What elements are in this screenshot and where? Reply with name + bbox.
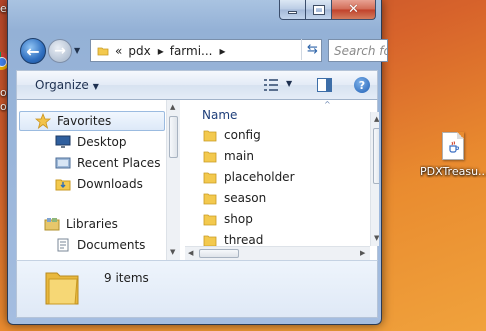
close-icon: ✕	[348, 2, 359, 17]
recent-places-icon	[55, 157, 71, 169]
forward-button[interactable]: →	[48, 39, 72, 63]
desktop-icon	[55, 135, 71, 148]
forward-icon: →	[54, 43, 66, 59]
scroll-up-icon[interactable]: ▲	[170, 103, 175, 111]
list-item-label: season	[224, 191, 267, 205]
nav-documents-label: Documents	[77, 238, 146, 252]
close-button[interactable]: ✕	[332, 0, 376, 20]
scrollbar-thumb[interactable]	[169, 116, 178, 158]
refresh-icon: ⇆	[307, 42, 318, 57]
breadcrumb-separator-icon[interactable]: ▸	[220, 44, 226, 58]
nav-favorites[interactable]: Favorites	[19, 111, 165, 131]
organize-button[interactable]: Organize ▼	[35, 78, 99, 92]
scrollbar-thumb[interactable]	[199, 249, 239, 258]
caption-buttons: ✕	[279, 0, 376, 20]
organize-label: Organize	[35, 78, 89, 92]
minimize-button[interactable]	[279, 0, 306, 20]
views-icon[interactable]	[263, 77, 279, 93]
file-list-horizontal-scrollbar[interactable]: ◀ ▶	[185, 246, 370, 260]
breadcrumb-pdx[interactable]: pdx	[128, 44, 150, 58]
libraries-icon	[44, 218, 60, 231]
nav-libraries[interactable]: Libraries	[44, 217, 118, 231]
breadcrumb-overflow[interactable]: «	[115, 44, 122, 58]
nav-desktop-label: Desktop	[77, 135, 127, 149]
folder-icon	[203, 130, 217, 141]
navigation-pane: Favorites Desktop Recent Places Download…	[17, 100, 180, 260]
search-placeholder: Search fo	[334, 44, 388, 58]
scroll-left-icon[interactable]: ◀	[188, 249, 193, 257]
back-icon: ←	[26, 41, 40, 61]
recent-pages-dropdown[interactable]: ▼	[74, 46, 80, 55]
search-input[interactable]: Search fo	[328, 39, 388, 62]
list-item[interactable]: placeholder	[203, 170, 295, 184]
list-item-label: main	[224, 149, 254, 163]
list-item[interactable]: season	[203, 191, 266, 205]
folder-icon	[97, 47, 109, 55]
nav-downloads[interactable]: Downloads	[55, 177, 143, 191]
refresh-button[interactable]: ⇆	[301, 39, 323, 60]
folder-icon	[45, 272, 79, 305]
nav-downloads-label: Downloads	[77, 177, 143, 191]
help-icon[interactable]: ?	[354, 77, 370, 93]
navigation-row: ← → ▼ « pdx ▸ farmi... ▸ ⇆ Search fo	[16, 38, 388, 64]
maximize-button[interactable]	[306, 0, 332, 20]
list-item-label: placeholder	[224, 170, 295, 184]
folder-icon	[203, 172, 217, 183]
nav-desktop[interactable]: Desktop	[55, 135, 127, 149]
preview-pane-icon[interactable]	[317, 78, 332, 92]
nav-libraries-label: Libraries	[66, 217, 118, 231]
nav-recent-places-label: Recent Places	[77, 156, 161, 170]
file-list-vertical-scrollbar[interactable]: ▲ ▼	[370, 112, 379, 246]
list-item[interactable]: shop	[203, 212, 253, 226]
column-header-name[interactable]: Name	[202, 108, 237, 122]
explorer-window: ✕ ← → ▼ « pdx ▸ farmi... ▸ ⇆ Search fo O…	[7, 0, 388, 325]
file-list-pane: ^ Name config main placeholder season sh…	[185, 100, 379, 260]
folder-icon	[203, 193, 217, 204]
maximize-icon	[312, 4, 325, 15]
item-count: 9 items	[104, 271, 149, 285]
scroll-down-icon[interactable]: ▼	[374, 234, 379, 242]
list-item-label: config	[224, 128, 261, 142]
list-item-label: shop	[224, 212, 253, 226]
address-bar[interactable]: « pdx ▸ farmi... ▸	[90, 39, 322, 62]
list-item[interactable]: config	[203, 128, 261, 142]
back-button[interactable]: ←	[20, 38, 46, 64]
java-file-icon	[442, 132, 464, 160]
nav-documents[interactable]: Documents	[55, 238, 145, 252]
command-bar: Organize ▼ ▼ ?	[16, 70, 378, 100]
scroll-right-icon[interactable]: ▶	[360, 249, 365, 257]
list-item[interactable]: thread	[203, 233, 263, 247]
folder-icon	[203, 151, 217, 162]
folder-icon	[203, 214, 217, 225]
list-item-label: thread	[224, 233, 264, 247]
list-item[interactable]: main	[203, 149, 254, 163]
folder-icon	[203, 235, 217, 246]
nav-recent-places[interactable]: Recent Places	[55, 156, 160, 170]
desktop-file-label: PDXTreasu...	[420, 165, 486, 178]
documents-icon	[57, 238, 69, 252]
nav-pane-scrollbar[interactable]: ▲ ▼	[166, 100, 180, 260]
breadcrumb-separator-icon[interactable]: ▸	[158, 44, 164, 58]
minimize-icon	[288, 11, 297, 14]
downloads-icon	[55, 179, 71, 191]
scroll-up-icon[interactable]: ▲	[374, 115, 379, 123]
nav-favorites-label: Favorites	[57, 114, 112, 128]
details-pane: 9 items	[16, 260, 378, 318]
chevron-down-icon: ▼	[92, 82, 99, 91]
scrollbar-thumb[interactable]	[373, 128, 379, 184]
scroll-down-icon[interactable]: ▼	[170, 248, 175, 256]
desktop-file-item[interactable]: PDXTreasu...	[420, 132, 486, 178]
views-dropdown-icon[interactable]: ▼	[286, 79, 292, 88]
content-area: Favorites Desktop Recent Places Download…	[16, 100, 379, 260]
breadcrumb-farmi[interactable]: farmi...	[170, 44, 213, 58]
sort-arrow-icon: ^	[324, 100, 331, 109]
star-icon	[35, 113, 51, 129]
